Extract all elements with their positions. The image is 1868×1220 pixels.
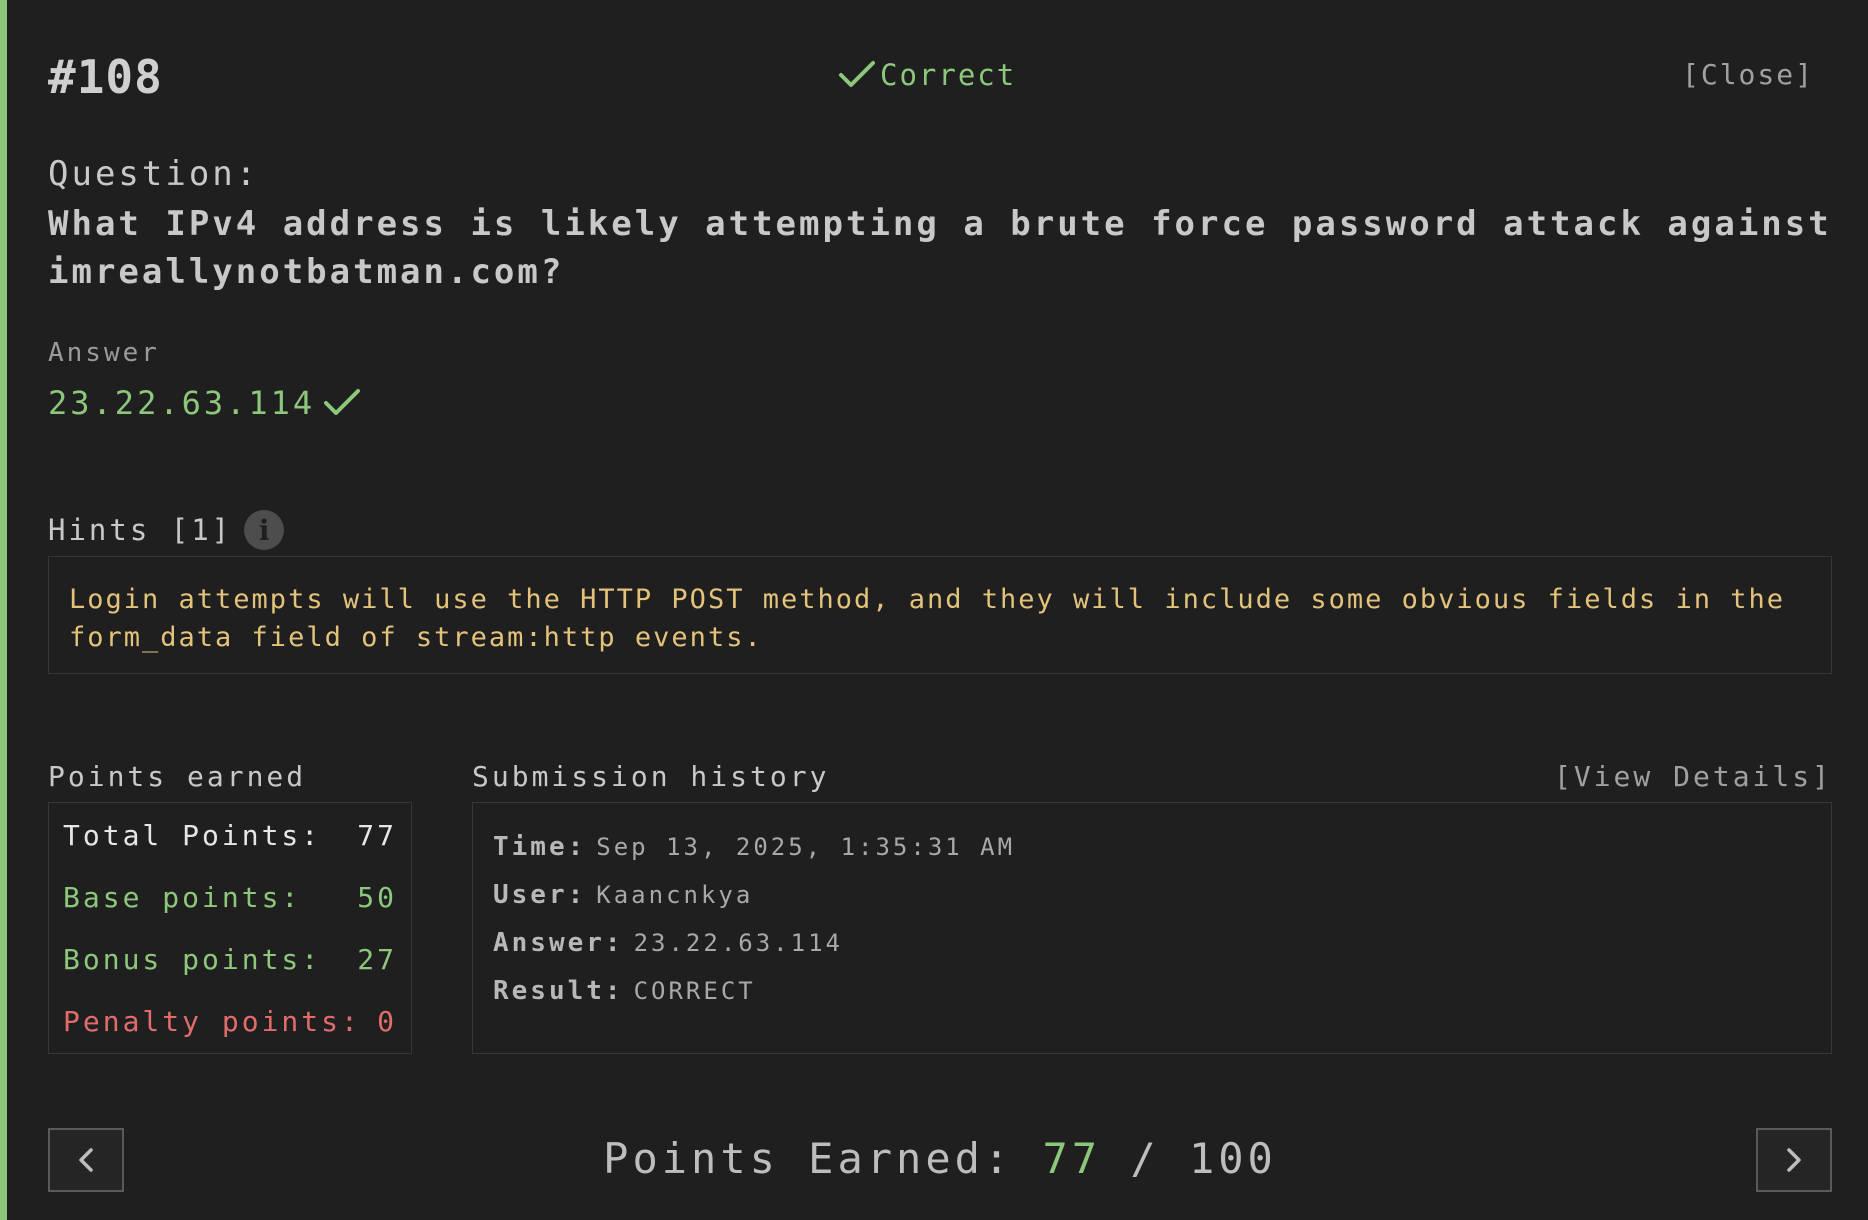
points-row-base: Base points: 50	[63, 875, 397, 937]
points-earned-title: Points earned	[48, 760, 307, 793]
points-value: 27	[357, 943, 397, 976]
chevron-right-icon	[1787, 1148, 1801, 1172]
points-value: 77	[357, 819, 397, 852]
history-row-result: Result: CORRECT	[493, 967, 1811, 1015]
question-label: Question:	[48, 154, 260, 194]
history-value: Sep 13, 2025, 1:35:31 AM	[596, 833, 1016, 861]
history-key: User:	[493, 880, 587, 910]
hint-box: Login attempts will use the HTTP POST me…	[48, 556, 1832, 674]
submission-history-title: Submission history	[472, 760, 830, 793]
history-value: CORRECT	[633, 977, 756, 1005]
answer-label: Answer	[48, 338, 160, 368]
history-row-answer: Answer: 23.22.63.114	[493, 919, 1811, 967]
submission-history-box: Time: Sep 13, 2025, 1:35:31 AM User: Kaanc…	[472, 802, 1832, 1054]
points-label: Base points:	[63, 881, 302, 914]
status-badge: Correct	[838, 58, 1016, 92]
points-row-bonus: Bonus points: 27	[63, 937, 397, 999]
points-label: Penalty points:	[63, 1005, 361, 1038]
history-row-time: Time: Sep 13, 2025, 1:35:31 AM	[493, 823, 1811, 871]
points-label: Bonus points:	[63, 943, 322, 976]
checkmark-icon	[839, 61, 875, 87]
answer-value: 23.22.63.114	[48, 384, 316, 422]
history-value: 23.22.63.114	[633, 929, 843, 957]
points-row-total: Total Points: 77	[63, 813, 397, 875]
close-button[interactable]: [Close]	[1682, 58, 1814, 91]
question-detail-panel: #108 Correct [Close] Question: What IPv4…	[48, 0, 1832, 1220]
summary-label: Points Earned:	[603, 1134, 1014, 1183]
history-key: Result:	[493, 976, 624, 1006]
question-number: #108	[48, 50, 163, 104]
history-key: Answer:	[493, 928, 624, 958]
checkmark-icon	[324, 389, 361, 415]
answer-value-row: 23.22.63.114	[48, 384, 361, 422]
points-value: 50	[357, 881, 397, 914]
hints-title: Hints [1]	[48, 513, 233, 547]
correct-accent-bar	[0, 0, 7, 1220]
history-value: Kaancnkya	[596, 881, 754, 909]
summary-earned: 77	[1042, 1134, 1102, 1183]
hints-heading: Hints [1] i	[48, 510, 285, 550]
status-text: Correct	[880, 58, 1017, 92]
summary-separator: /	[1130, 1134, 1160, 1183]
summary-total: 100	[1188, 1134, 1277, 1183]
history-row-user: User: Kaancnkya	[493, 871, 1811, 919]
info-icon[interactable]: i	[244, 510, 285, 550]
points-breakdown: Total Points: 77 Base points: 50 Bonus p…	[48, 802, 412, 1054]
history-key: Time:	[493, 832, 587, 862]
points-label: Total Points:	[63, 819, 322, 852]
next-question-button[interactable]	[1756, 1128, 1832, 1192]
view-details-link[interactable]: [View Details]	[1554, 760, 1832, 793]
points-row-penalty: Penalty points: 0	[63, 999, 397, 1061]
points-earned-summary: Points Earned: 77 / 100	[48, 1134, 1832, 1183]
points-value: 0	[377, 1005, 397, 1038]
question-text: What IPv4 address is likely attempting a…	[48, 204, 1832, 292]
